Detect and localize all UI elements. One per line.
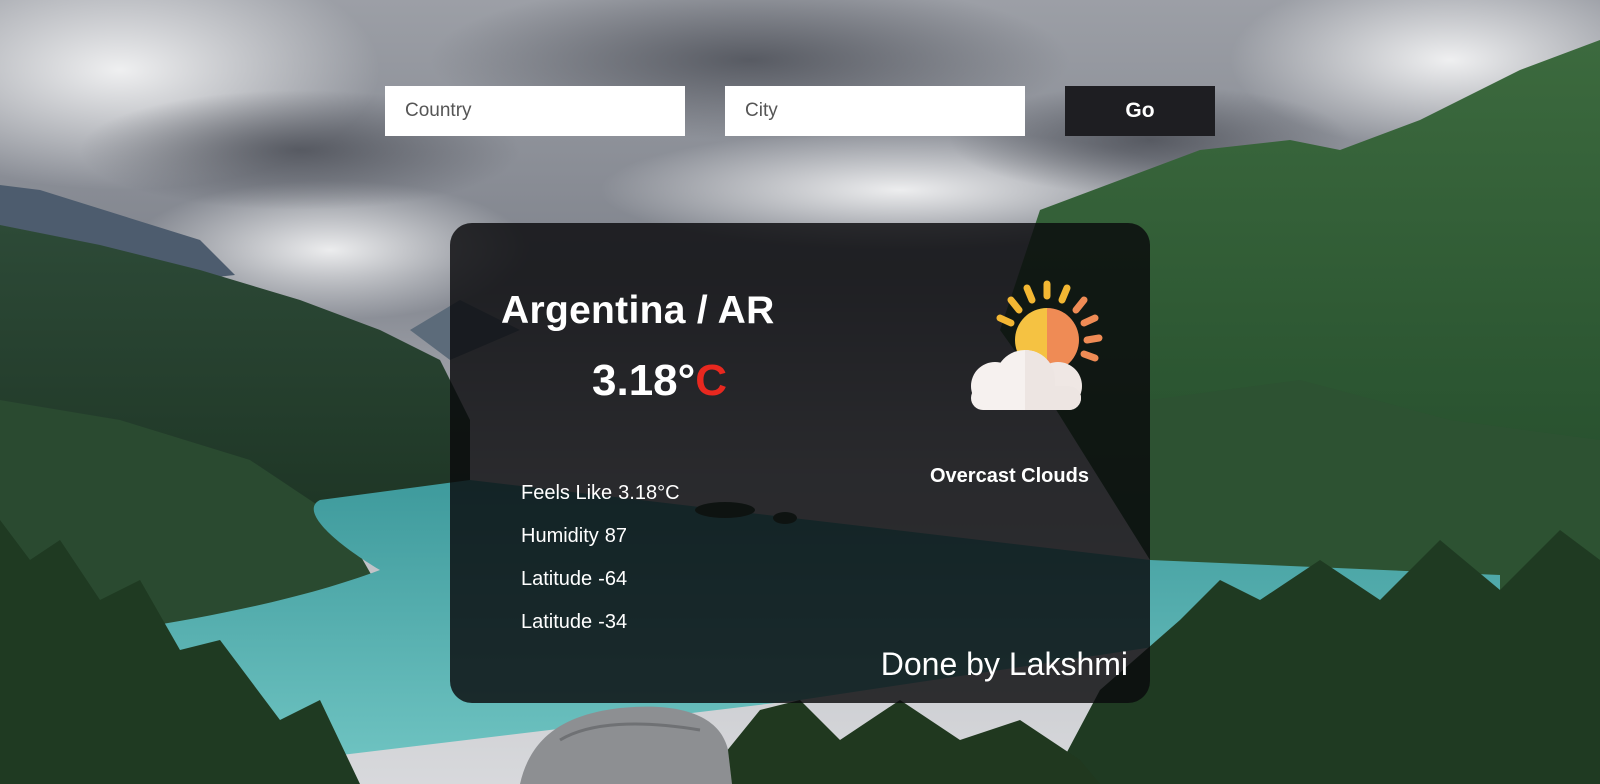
credit-text: Done by Lakshmi bbox=[880, 646, 1128, 682]
humidity-label: Humidity bbox=[521, 525, 599, 547]
partly-cloudy-icon bbox=[955, 278, 1115, 418]
weather-condition: Overcast Clouds bbox=[930, 465, 1089, 487]
search-bar: Go bbox=[0, 0, 1600, 140]
humidity-detail: Humidity 87 bbox=[521, 525, 627, 548]
feels-like-value: 3.18°C bbox=[618, 482, 680, 504]
city-input[interactable] bbox=[725, 86, 1025, 136]
latitude-label-second: Latitude bbox=[521, 611, 593, 633]
feels-like-detail: Feels Like 3.18°C bbox=[521, 482, 680, 505]
country-input[interactable] bbox=[385, 86, 685, 136]
latitude-value: -64 bbox=[598, 568, 628, 590]
location-title: Argentina / AR bbox=[501, 289, 775, 332]
latitude-value-second: -34 bbox=[598, 611, 628, 633]
latitude-detail-second: Latitude -34 bbox=[521, 611, 627, 634]
temperature-value: 3.18° bbox=[592, 356, 696, 405]
temperature: 3.18°C bbox=[592, 356, 727, 406]
weather-card: Argentina / AR 3.18°C Feels Like 3.18°C H… bbox=[450, 223, 1150, 703]
go-button[interactable]: Go bbox=[1065, 86, 1215, 136]
latitude-detail: Latitude -64 bbox=[521, 568, 627, 591]
feels-like-label: Feels Like bbox=[521, 482, 613, 504]
latitude-label: Latitude bbox=[521, 568, 593, 590]
humidity-value: 87 bbox=[604, 525, 628, 547]
temperature-unit: C bbox=[695, 356, 728, 405]
